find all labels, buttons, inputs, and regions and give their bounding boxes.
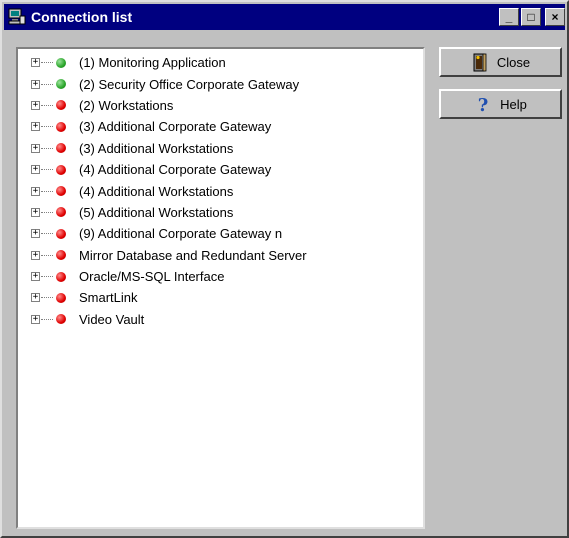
tree-connector xyxy=(41,297,53,299)
expand-plus-icon[interactable]: + xyxy=(31,79,40,89)
tree-row[interactable]: + (4) Additional Workstations xyxy=(18,180,423,201)
tree-item-label: (4) Additional Corporate Gateway xyxy=(79,162,272,178)
status-red-icon xyxy=(56,292,66,303)
tree-row[interactable]: + (5) Additional Workstations xyxy=(18,202,423,223)
tree-connector xyxy=(41,254,53,256)
help-button[interactable]: ? Help xyxy=(439,89,562,119)
minimize-icon: _ xyxy=(505,10,513,24)
status-red-icon xyxy=(56,271,66,282)
tree-connector xyxy=(41,211,53,213)
tree-row[interactable]: + (4) Additional Corporate Gateway xyxy=(18,159,423,180)
close-button[interactable]: Close xyxy=(439,47,562,77)
expand-plus-icon[interactable]: + xyxy=(31,186,40,196)
status-red-icon xyxy=(56,143,66,154)
expand-plus-icon[interactable]: + xyxy=(31,293,40,303)
status-red-icon xyxy=(56,228,66,239)
network-computer-icon xyxy=(8,8,26,26)
status-red-icon xyxy=(56,314,66,325)
expand-plus-icon[interactable]: + xyxy=(31,229,40,239)
tree-connector xyxy=(41,104,53,106)
svg-text:?: ? xyxy=(478,95,489,114)
tree-row[interactable]: + (2) Security Office Corporate Gateway xyxy=(18,73,423,94)
tree-connector xyxy=(41,190,53,192)
tree-connector xyxy=(41,126,53,128)
tree-row[interactable]: + (3) Additional Workstations xyxy=(18,138,423,159)
tree-row[interactable]: + Video Vault xyxy=(18,309,423,330)
tree-item-label: Mirror Database and Redundant Server xyxy=(79,247,307,263)
tree-item-label: (5) Additional Workstations xyxy=(79,204,234,220)
tree-connector xyxy=(41,169,53,171)
window-title: Connection list xyxy=(31,9,133,25)
maximize-icon: □ xyxy=(527,10,535,24)
status-green-icon xyxy=(56,57,66,68)
expand-plus-icon[interactable]: + xyxy=(31,207,40,217)
tree-connector xyxy=(41,62,53,64)
tree-item-label: (1) Monitoring Application xyxy=(79,55,226,71)
tree-row[interactable]: + Oracle/MS-SQL Interface xyxy=(18,266,423,287)
expand-plus-icon[interactable]: + xyxy=(31,165,40,175)
tree-connector xyxy=(41,83,53,85)
minimize-button[interactable]: _ xyxy=(499,8,519,26)
tree-item-label: (3) Additional Workstations xyxy=(79,140,234,156)
status-red-icon xyxy=(56,207,66,218)
status-red-icon xyxy=(56,121,66,132)
expand-plus-icon[interactable]: + xyxy=(31,122,40,132)
connection-tree[interactable]: + (1) Monitoring Application + (2) Security… xyxy=(16,47,425,529)
tree-item-label: SmartLink xyxy=(79,290,138,306)
connection-list-window: Connection list _ □ × + (1) Monitoring Ap… xyxy=(0,0,569,538)
status-red-icon xyxy=(56,186,66,197)
tree-item-label: Oracle/MS-SQL Interface xyxy=(79,269,225,285)
tree-item-label: (3) Additional Corporate Gateway xyxy=(79,119,272,135)
expand-plus-icon[interactable]: + xyxy=(31,250,40,260)
title-bar[interactable]: Connection list _ □ × xyxy=(4,4,565,30)
close-button-label: Close xyxy=(496,54,531,70)
tree-item-label: (9) Additional Corporate Gateway n xyxy=(79,226,283,242)
window-controls: _ □ × xyxy=(499,8,565,26)
expand-plus-icon[interactable]: + xyxy=(31,314,40,324)
maximize-button[interactable]: □ xyxy=(521,8,541,26)
close-window-button[interactable]: × xyxy=(545,8,565,26)
expand-plus-icon[interactable]: + xyxy=(31,143,40,153)
tree-connector xyxy=(41,318,53,320)
status-red-icon xyxy=(56,100,66,111)
tree-item-label: (2) Workstations xyxy=(79,97,174,113)
help-button-label: Help xyxy=(500,96,527,112)
tree-row[interactable]: + (9) Additional Corporate Gateway n xyxy=(18,223,423,244)
expand-plus-icon[interactable]: + xyxy=(31,58,40,68)
status-red-icon xyxy=(56,250,66,261)
tree-connector xyxy=(41,276,53,278)
close-icon: × xyxy=(551,10,559,24)
tree-item-label: (4) Additional Workstations xyxy=(79,183,234,199)
tree-row[interactable]: + SmartLink xyxy=(18,287,423,308)
tree-row[interactable]: + (3) Additional Corporate Gateway xyxy=(18,116,423,137)
expand-plus-icon[interactable]: + xyxy=(31,100,40,110)
tree-row[interactable]: + Mirror Database and Redundant Server xyxy=(18,245,423,266)
tree-row[interactable]: + (2) Workstations xyxy=(18,95,423,116)
tree-row[interactable]: + (1) Monitoring Application xyxy=(18,52,423,73)
question-mark-icon: ? xyxy=(474,94,492,114)
door-exit-icon xyxy=(471,52,489,72)
tree-connector xyxy=(41,147,53,149)
tree-connector xyxy=(41,233,53,235)
expand-plus-icon[interactable]: + xyxy=(31,272,40,282)
tree-item-label: (2) Security Office Corporate Gateway xyxy=(79,76,300,92)
status-green-icon xyxy=(56,79,66,90)
status-red-icon xyxy=(56,164,66,175)
tree-item-label: Video Vault xyxy=(79,311,145,327)
